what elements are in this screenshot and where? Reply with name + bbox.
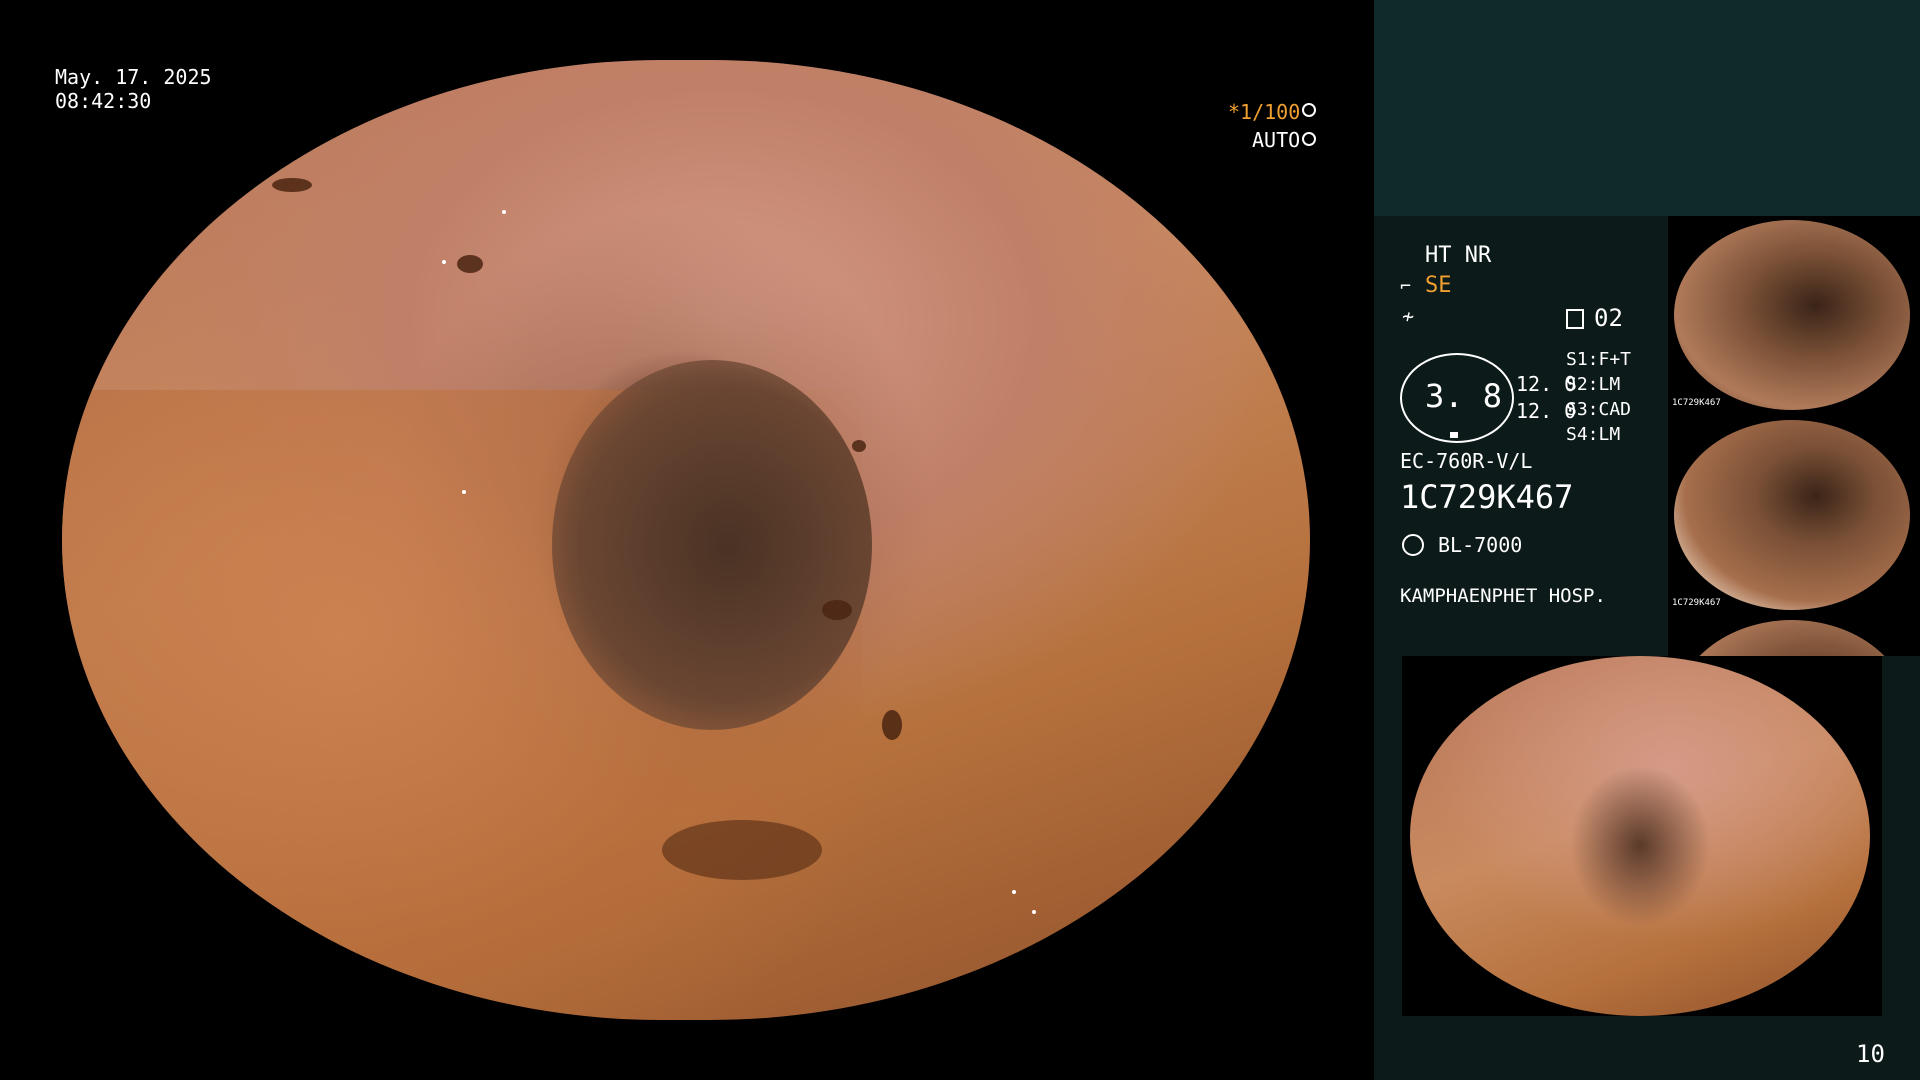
thumbnail-1-frame[interactable]: 1C729K467 bbox=[1668, 216, 1920, 416]
page-number: 10 bbox=[1856, 1040, 1885, 1068]
hospital-name: KAMPHAENPHET HOSP. bbox=[1400, 585, 1606, 607]
endoscope-main-view bbox=[62, 60, 1310, 1020]
memory-icon bbox=[1566, 309, 1584, 329]
image-counter: 02 bbox=[1594, 304, 1623, 332]
badge-marker bbox=[1450, 432, 1458, 438]
thumbnail-2-label: 1C729K467 bbox=[1672, 598, 1721, 608]
se-label: SE bbox=[1425, 273, 1452, 298]
lumen bbox=[552, 360, 872, 730]
residue-spot bbox=[822, 600, 852, 620]
thumbnail-3-image bbox=[1674, 620, 1910, 656]
residue-spot bbox=[457, 255, 483, 273]
scope-model: EC-760R-V/L bbox=[1400, 449, 1533, 473]
thumbnail-1-label: 1C729K467 bbox=[1672, 398, 1721, 408]
scope-serial: 1C729K467 bbox=[1400, 478, 1574, 516]
switch-2: S2:LM bbox=[1566, 374, 1621, 395]
auto-icon bbox=[1302, 132, 1316, 146]
specular-highlight bbox=[1012, 890, 1016, 894]
switch-4: S4:LM bbox=[1566, 424, 1621, 445]
thumbnail-1-image bbox=[1674, 220, 1910, 410]
switch-1: S1:F+T bbox=[1566, 349, 1632, 370]
switch-3: S3:CAD bbox=[1566, 399, 1632, 420]
light-source: BL-7000 bbox=[1438, 533, 1523, 557]
enhance-icon: ⌐ bbox=[1400, 276, 1411, 297]
shutter-icon bbox=[1302, 103, 1316, 117]
preview-frame[interactable] bbox=[1402, 656, 1882, 1016]
specular-highlight bbox=[502, 210, 506, 214]
residue-spot bbox=[852, 440, 866, 452]
thumbnail-2-image bbox=[1674, 420, 1910, 610]
panel-header bbox=[1374, 0, 1920, 216]
thumbnail-2-frame[interactable]: 1C729K467 bbox=[1668, 416, 1920, 616]
residue-patch bbox=[662, 820, 822, 880]
light-icon bbox=[1402, 534, 1424, 556]
exam-time: 08:42:30 bbox=[55, 89, 152, 113]
zoom-value: 3. 8 bbox=[1425, 377, 1503, 415]
specular-highlight bbox=[462, 490, 466, 494]
shutter-speed: *1/100 bbox=[1228, 100, 1301, 124]
specular-highlight bbox=[1032, 910, 1036, 914]
residue-spot bbox=[882, 710, 902, 740]
preview-image bbox=[1410, 656, 1870, 1016]
exam-date: May. 17. 2025 bbox=[55, 65, 212, 89]
specular-highlight bbox=[442, 260, 446, 264]
fn-icon: ≁ bbox=[1402, 304, 1415, 328]
thumbnail-3-frame[interactable] bbox=[1668, 616, 1920, 656]
auto-mode: AUTO bbox=[1252, 128, 1301, 152]
mode-label: HT NR bbox=[1425, 243, 1492, 268]
residue-spot bbox=[272, 178, 312, 192]
